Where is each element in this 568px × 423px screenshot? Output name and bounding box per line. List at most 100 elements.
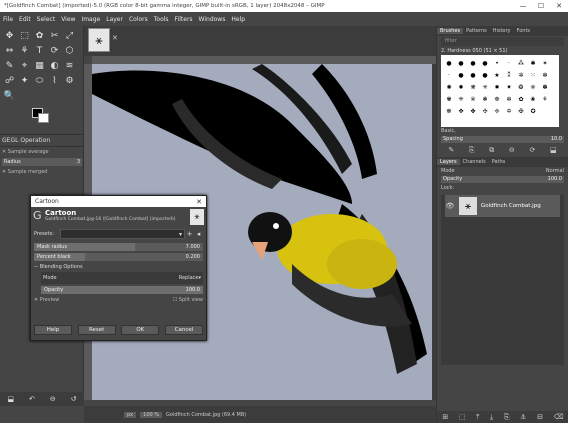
new-brush-icon[interactable]: ⎘	[469, 146, 475, 155]
brush-preset-icon[interactable]: ✣	[480, 106, 491, 117]
tab-patterns[interactable]: Patterns	[463, 28, 490, 34]
mask-radius-slider[interactable]: Mask radius 7.000	[34, 243, 203, 251]
eye-icon[interactable]: 👁	[445, 202, 455, 210]
tool-10-icon[interactable]: ✎	[3, 59, 16, 72]
preset-menu-icon[interactable]: ◂	[194, 230, 203, 238]
menu-file[interactable]: File	[3, 16, 13, 23]
restore-options-icon[interactable]: ↶	[29, 395, 35, 403]
tab-layers[interactable]: Layers	[437, 159, 460, 165]
maximize-button[interactable]: ☐	[532, 2, 550, 10]
close-image-icon[interactable]: ✕	[112, 34, 118, 42]
background-color[interactable]	[38, 113, 49, 123]
brush-preset-icon[interactable]: ✷	[504, 82, 515, 93]
tool-13-icon[interactable]: ◐	[48, 59, 61, 72]
brush-preset-icon[interactable]: ❃	[480, 94, 491, 105]
brush-preset-icon[interactable]: ✽	[540, 82, 551, 93]
layer-mode-row[interactable]: Mode Normal	[437, 167, 568, 175]
new-group-icon[interactable]: ⬚	[459, 413, 466, 421]
brush-preset-icon[interactable]: ✼	[504, 94, 515, 105]
mask-layer-icon[interactable]: ⊟	[537, 413, 543, 421]
brush-preset-icon[interactable]: ✠	[516, 106, 527, 117]
tool-1-icon[interactable]: ⬚	[18, 29, 31, 42]
save-options-icon[interactable]: ⬓	[7, 395, 14, 403]
brush-preset-icon[interactable]: ●	[444, 58, 455, 69]
anchor-layer-icon[interactable]: ⚓	[520, 413, 526, 421]
ok-button[interactable]: OK	[121, 325, 160, 335]
presets-select[interactable]: ▾	[60, 229, 185, 239]
tool-17-icon[interactable]: ⬭	[33, 74, 46, 87]
brush-preset-icon[interactable]: ✹	[456, 82, 467, 93]
brush-preset-icon[interactable]: ❋	[468, 82, 479, 93]
brush-filter-input[interactable]: filter	[441, 37, 564, 46]
sample-merged-option[interactable]: ✕ Sample merged	[0, 167, 84, 177]
reset-button[interactable]: Reset	[77, 325, 116, 335]
unit-select[interactable]: px	[124, 411, 137, 418]
menu-select[interactable]: Select	[37, 16, 56, 23]
brush-preset-icon[interactable]: ❈	[528, 82, 539, 93]
brush-preset-icon[interactable]: ✡	[504, 106, 515, 117]
tab-fonts[interactable]: Fonts	[514, 28, 534, 34]
brush-image-icon[interactable]: ⬓	[550, 146, 557, 155]
menu-layer[interactable]: Layer	[106, 16, 123, 23]
blend-mode-row[interactable]: Mode Replace ▾	[41, 272, 203, 284]
tool-2-icon[interactable]: ✿	[33, 29, 46, 42]
menu-help[interactable]: Help	[231, 16, 245, 23]
brush-preset-icon[interactable]: ✤	[468, 106, 479, 117]
split-view-checkbox[interactable]: ☐ Split view	[173, 297, 203, 303]
brush-preset-icon[interactable]: ※	[468, 94, 479, 105]
brush-preset-icon[interactable]: ❀	[528, 94, 539, 105]
tool-15-icon[interactable]: ☍	[3, 74, 16, 87]
menu-edit[interactable]: Edit	[19, 16, 31, 23]
refresh-brush-icon[interactable]: ⟳	[529, 146, 535, 155]
spacing-slider[interactable]: Spacing 10.0	[441, 136, 564, 143]
brush-preset-icon[interactable]: ●	[468, 58, 479, 69]
duplicate-brush-icon[interactable]: ⧉	[489, 146, 494, 155]
menu-view[interactable]: View	[61, 16, 75, 23]
brush-preset-icon[interactable]: ·	[504, 58, 515, 69]
brush-preset-icon[interactable]: ☸	[444, 106, 455, 117]
tool-14-icon[interactable]: ≋	[63, 59, 76, 72]
tab-brushes[interactable]: Brushes	[437, 28, 464, 34]
tool-8-icon[interactable]: ⟳	[48, 44, 61, 57]
help-button[interactable]: Help	[34, 325, 72, 335]
dialog-close-icon[interactable]: ✕	[196, 198, 202, 206]
brush-preset-icon[interactable]: ●	[456, 70, 467, 81]
radius-field[interactable]: Radius 3	[2, 158, 82, 166]
tool-18-icon[interactable]: ⌇	[48, 74, 61, 87]
menu-colors[interactable]: Colors	[129, 16, 148, 23]
brush-preset-icon[interactable]: ⁑	[504, 70, 515, 81]
brush-preset-icon[interactable]: ●	[468, 70, 479, 81]
brush-preset-icon[interactable]: ★	[492, 70, 503, 81]
brush-preset-icon[interactable]: ●	[480, 58, 491, 69]
brush-preset-icon[interactable]: ✢	[492, 106, 503, 117]
tab-paths[interactable]: Paths	[489, 159, 509, 165]
dialog-opacity-slider[interactable]: Opacity 100.0	[41, 286, 203, 294]
tool-16-icon[interactable]: ✦	[18, 74, 31, 87]
close-button[interactable]: ✕	[550, 2, 568, 10]
tab-history[interactable]: History	[490, 28, 514, 34]
blending-options-expander[interactable]: − Blending Options	[34, 264, 203, 270]
delete-brush-icon[interactable]: ⊖	[509, 146, 515, 155]
color-swatches[interactable]	[30, 106, 54, 128]
brush-preset-icon[interactable]: ✸	[492, 82, 503, 93]
brush-preset-icon[interactable]: •	[492, 58, 503, 69]
brush-preset-icon[interactable]: ❉	[492, 94, 503, 105]
brush-preset-icon[interactable]: ✿	[516, 94, 527, 105]
brush-preset-icon[interactable]: ●	[456, 58, 467, 69]
menu-windows[interactable]: Windows	[199, 16, 226, 23]
minimize-button[interactable]: —	[514, 2, 532, 10]
image-tab-thumbnail[interactable]: ⚹	[88, 28, 110, 52]
menu-tools[interactable]: Tools	[154, 16, 169, 23]
brush-preset-icon[interactable]: ●	[480, 70, 491, 81]
brush-preset-icon[interactable]: ✺	[444, 82, 455, 93]
tool-9-icon[interactable]: ⬡	[63, 44, 76, 57]
lower-layer-icon[interactable]: ⤓	[490, 413, 493, 422]
sample-average-option[interactable]: ✕ Sample average	[0, 147, 84, 157]
tool-11-icon[interactable]: ⌖	[18, 59, 31, 72]
raise-layer-icon[interactable]: ⤒	[476, 413, 479, 422]
brush-preset-icon[interactable]: ⁙	[528, 70, 539, 81]
brush-preset-icon[interactable]: ✱	[528, 58, 539, 69]
brush-tag-row[interactable]: Basic,	[437, 127, 568, 135]
brush-grid[interactable]: ● ● ● ● • · ⁂ ✱ ✶ · ● ● ● ★ ⁑ ✲ ⁙ ✻ ✺ ✹ ❋ ✳ ✸ ✷ ❂ ❈ ✽ ✾ ⁜ ※ ❃ ❉ ✼ ✿ ❀ ⚘ ☸ ✥ ✤ ✣…	[441, 55, 559, 127]
brush-preset-icon[interactable]: ✲	[516, 70, 527, 81]
